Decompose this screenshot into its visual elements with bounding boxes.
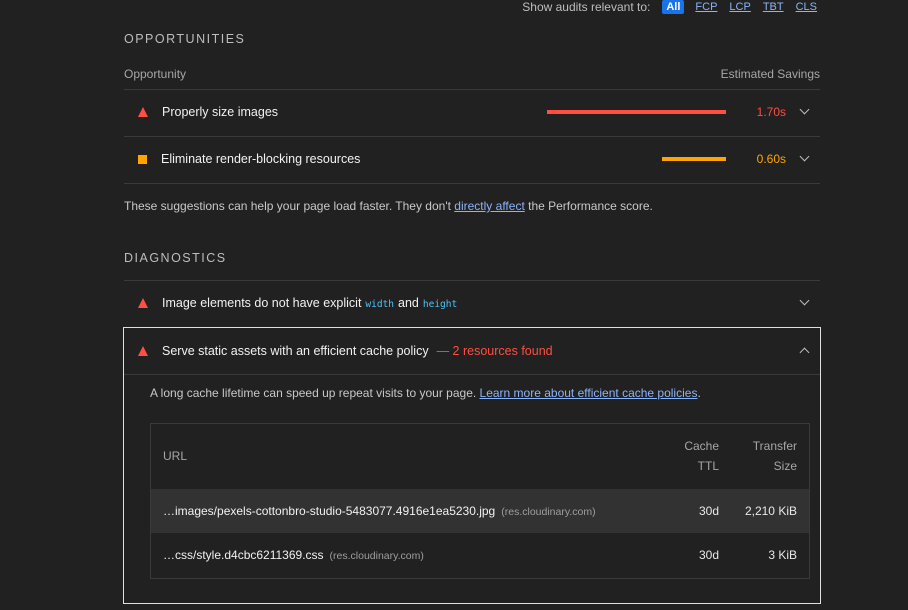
opportunity-column-label: Opportunity bbox=[124, 67, 187, 81]
diagnostic-title: Serve static assets with an efficient ca… bbox=[162, 344, 429, 358]
audit-filter-bar: Show audits relevant to: All FCP LCP TBT… bbox=[522, 0, 818, 14]
url-column-header: URL bbox=[163, 449, 188, 463]
divider bbox=[124, 374, 820, 375]
opportunities-note: These suggestions can help your page loa… bbox=[124, 199, 653, 213]
diagnostic-title: Image elements do not have explicit width… bbox=[162, 296, 461, 310]
filter-chip-fcp[interactable]: FCP bbox=[694, 0, 718, 14]
diagnostic-title-and: and bbox=[398, 296, 419, 310]
savings-value: 1.70s bbox=[756, 105, 786, 119]
opportunity-row-properly-size-images[interactable]: Properly size images 1.70s bbox=[124, 89, 820, 135]
resource-url-text: …images/pexels-cottonbro-studio-5483077.… bbox=[163, 504, 496, 518]
diagnostic-row-cache-policy[interactable]: Serve static assets with an efficient ca… bbox=[124, 328, 820, 374]
chevron-down-icon[interactable] bbox=[799, 295, 810, 306]
description-text: . bbox=[697, 386, 701, 400]
resource-url[interactable]: …images/pexels-cottonbro-studio-5483077.… bbox=[163, 504, 596, 518]
transfer-size-header-line: Transfer bbox=[752, 439, 797, 453]
diagnostic-row-image-dimensions[interactable]: Image elements do not have explicit width… bbox=[124, 280, 820, 326]
fail-triangle-icon bbox=[138, 346, 148, 356]
savings-column-label: Estimated Savings bbox=[720, 67, 820, 81]
savings-bar bbox=[547, 110, 726, 114]
cache-resources-table: URL Cache TTL Transfer Size …images/pexe… bbox=[150, 423, 810, 579]
table-row: …images/pexels-cottonbro-studio-5483077.… bbox=[151, 489, 809, 533]
cache-ttl-column-header: Cache TTL bbox=[684, 436, 719, 476]
opportunities-section-title: OPPORTUNITIES bbox=[124, 32, 246, 46]
filter-chip-tbt[interactable]: TBT bbox=[762, 0, 785, 14]
resources-found-count: — 2 resources found bbox=[436, 344, 553, 358]
filter-chip-all[interactable]: All bbox=[662, 0, 685, 14]
filter-label: Show audits relevant to: bbox=[522, 0, 651, 14]
transfer-size-value: 3 KiB bbox=[768, 548, 797, 562]
opportunities-column-header: Opportunity Estimated Savings bbox=[124, 67, 820, 81]
cache-ttl-header-line: TTL bbox=[697, 459, 719, 473]
divider bbox=[124, 183, 820, 184]
resource-host: (res.cloudinary.com) bbox=[329, 550, 424, 562]
height-attr-code: height bbox=[422, 299, 458, 310]
resource-url-text: …css/style.d4cbc6211369.css bbox=[163, 548, 324, 562]
cache-ttl-value: 30d bbox=[698, 504, 719, 518]
description-text: A long cache lifetime can speed up repea… bbox=[150, 386, 480, 400]
diagnostics-section-title: DIAGNOSTICS bbox=[124, 251, 227, 265]
resource-host: (res.cloudinary.com) bbox=[501, 506, 596, 518]
diagnostic-cache-policy-expanded: Serve static assets with an efficient ca… bbox=[123, 327, 821, 604]
savings-value: 0.60s bbox=[756, 152, 786, 166]
chevron-up-icon[interactable] bbox=[799, 347, 810, 358]
savings-bar bbox=[662, 157, 726, 161]
opportunity-title: Eliminate render-blocking resources bbox=[161, 152, 361, 166]
filter-chip-cls[interactable]: CLS bbox=[795, 0, 818, 14]
resource-url[interactable]: …css/style.d4cbc6211369.css (res.cloudina… bbox=[163, 548, 424, 562]
opportunity-row-render-blocking[interactable]: Eliminate render-blocking resources 0.60… bbox=[124, 136, 820, 182]
chevron-down-icon[interactable] bbox=[799, 104, 810, 115]
filter-chip-lcp[interactable]: LCP bbox=[728, 0, 751, 14]
opportunity-title: Properly size images bbox=[162, 105, 279, 119]
directly-affect-link[interactable]: directly affect bbox=[454, 199, 524, 213]
cache-ttl-value: 30d bbox=[698, 548, 719, 562]
transfer-size-column-header: Transfer Size bbox=[753, 436, 797, 476]
table-row: …css/style.d4cbc6211369.css (res.cloudina… bbox=[151, 533, 809, 577]
average-square-icon bbox=[138, 154, 147, 164]
transfer-size-value: 2,210 KiB bbox=[744, 504, 797, 518]
diagnostic-title-text: Image elements do not have explicit bbox=[162, 296, 362, 310]
note-text: the Performance score. bbox=[524, 199, 653, 213]
fail-triangle-icon bbox=[138, 107, 148, 117]
note-text: These suggestions can help your page loa… bbox=[124, 199, 455, 213]
width-attr-code: width bbox=[365, 299, 395, 310]
transfer-size-header-line: Size bbox=[773, 459, 797, 473]
learn-more-cache-link[interactable]: Learn more about efficient cache policie… bbox=[480, 386, 698, 400]
cache-ttl-header-line: Cache bbox=[684, 439, 719, 453]
chevron-down-icon[interactable] bbox=[799, 151, 810, 162]
fail-triangle-icon bbox=[138, 298, 148, 308]
cache-policy-description: A long cache lifetime can speed up repea… bbox=[150, 386, 701, 400]
